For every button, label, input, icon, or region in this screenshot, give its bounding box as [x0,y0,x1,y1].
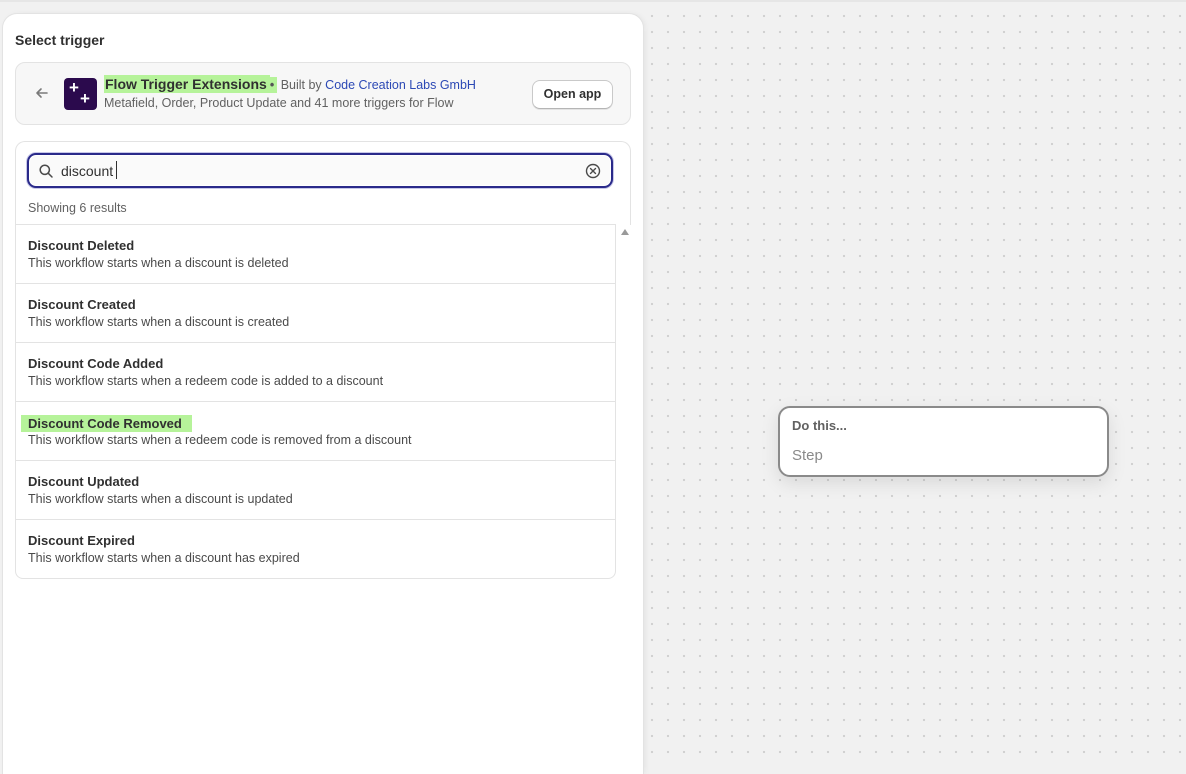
search-field[interactable] [27,153,613,188]
result-description: This workflow starts when a discount is … [28,315,290,329]
scroll-up-arrow-icon[interactable] [621,229,629,235]
app-name: Flow Trigger Extensions [104,75,270,93]
search-section: Showing 6 results [15,141,631,225]
list-item[interactable]: Discount Code Removed This workflow star… [16,402,615,461]
list-item[interactable]: Discount Deleted This workflow starts wh… [16,225,615,284]
built-by-label: Built by [280,78,322,92]
text-caret [116,161,117,179]
results-count: Showing 6 results [28,201,127,215]
plus-plus-logo-icon: + + [64,78,97,110]
open-app-button[interactable]: Open app [532,80,613,109]
list-item[interactable]: Discount Code Added This workflow starts… [16,343,615,402]
list-item[interactable]: Discount Expired This workflow starts wh… [16,520,615,579]
result-description: This workflow starts when a redeem code … [28,433,412,447]
result-description: This workflow starts when a discount is … [28,492,293,506]
step-node-placeholder: Step [792,447,823,464]
list-item[interactable]: Discount Created This workflow starts wh… [16,284,615,343]
top-divider [0,0,1186,2]
step-node-heading: Do this... [792,418,847,433]
step-node[interactable]: Do this... Step [778,406,1109,477]
result-title: Discount Deleted [28,238,135,253]
result-title: Discount Created [28,297,136,312]
clear-circle-icon[interactable] [584,162,602,180]
app-description: Metafield, Order, Product Update and 41 … [104,96,454,110]
result-title: Discount Updated [28,474,140,489]
developer-link[interactable]: Code Creation Labs GmbH [325,78,476,92]
app-separator: • [269,77,278,93]
result-title: Discount Expired [28,533,135,548]
panel-title: Select trigger [15,32,105,48]
search-input[interactable] [61,160,581,182]
select-trigger-panel: Select trigger + + Flow Trigger Extension… [3,14,643,774]
result-title: Discount Code Added [28,356,164,371]
result-title: Discount Code Removed [21,415,192,432]
result-description: This workflow starts when a discount is … [28,256,289,270]
list-item[interactable]: Discount Updated This workflow starts wh… [16,461,615,520]
result-description: This workflow starts when a redeem code … [28,374,384,388]
app-name-row: Flow Trigger Extensions • Built by Code C… [104,75,476,94]
results-list: Discount Deleted This workflow starts wh… [15,224,616,579]
result-description: This workflow starts when a discount has… [28,551,300,565]
search-icon [39,164,53,178]
app-card: + + Flow Trigger Extensions • Built by Cod… [15,62,631,125]
arrow-left-icon[interactable] [32,83,52,103]
